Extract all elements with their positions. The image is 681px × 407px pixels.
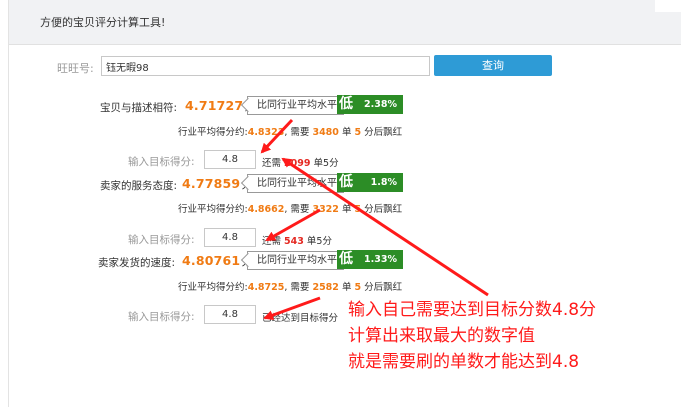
arrow-to-2099 — [281, 157, 489, 297]
arrow-to-target-2 — [265, 208, 321, 242]
annotation-line-1: 输入自己需要达到目标分数4.8分 — [348, 300, 597, 320]
annotation-line-2: 计算出来取最大的数字值 — [348, 326, 535, 346]
arrow-to-target-3 — [263, 296, 321, 320]
arrow-to-target-1 — [260, 118, 294, 154]
annotation-line-3: 就是需要刷的单数才能达到4.8 — [348, 352, 580, 372]
annotation-arrows — [260, 118, 489, 320]
